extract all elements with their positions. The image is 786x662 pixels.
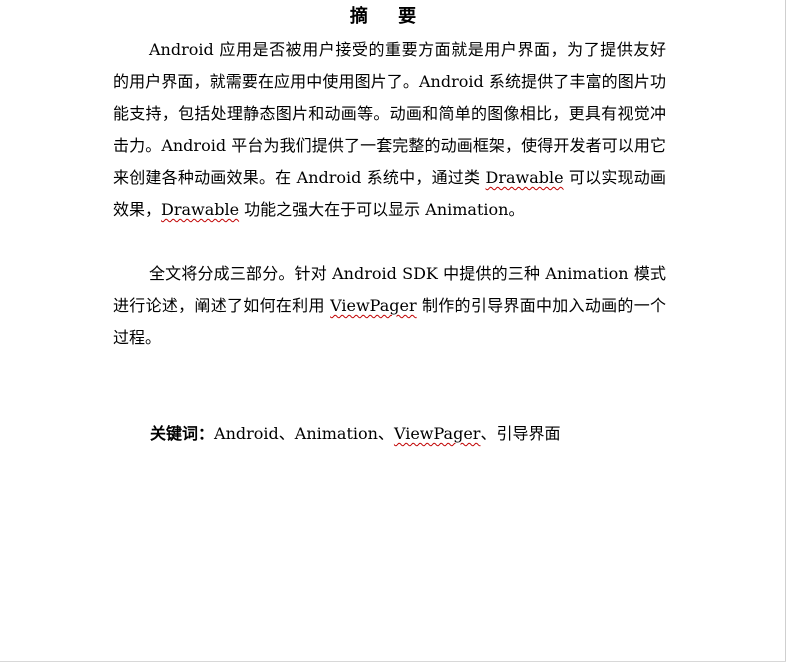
keywords-text-a: Android、Animation、 (214, 424, 394, 443)
paragraph-1-text-c: 功能之强大在于可以显示 Animation。 (239, 200, 525, 219)
spellcheck-viewpager: ViewPager (330, 296, 417, 315)
abstract-paragraph-1: Android 应用是否被用户接受的重要方面就是用户界面，为了提供友好的用户界面… (113, 34, 666, 226)
spellcheck-drawable-2: Drawable (161, 200, 240, 219)
abstract-paragraph-2: 全文将分成三部分。针对 Android SDK 中提供的三种 Animation… (113, 258, 666, 354)
keywords-line: 关键词：Android、Animation、ViewPager、引导界面 (150, 418, 750, 450)
keywords-viewpager: ViewPager (393, 424, 481, 443)
keywords-text-b: 、引导界面 (480, 424, 561, 443)
paragraph-1-text-a: Android 应用是否被用户接受的重要方面就是用户界面，为了提供友好的用户界面… (113, 40, 666, 187)
spellcheck-drawable-1: Drawable (485, 168, 564, 187)
abstract-title: 摘 要 (349, 6, 429, 27)
keywords-label: 关键词： (150, 424, 215, 443)
document-page: 摘 要 Android 应用是否被用户接受的重要方面就是用户界面，为了提供友好的… (0, 0, 786, 662)
